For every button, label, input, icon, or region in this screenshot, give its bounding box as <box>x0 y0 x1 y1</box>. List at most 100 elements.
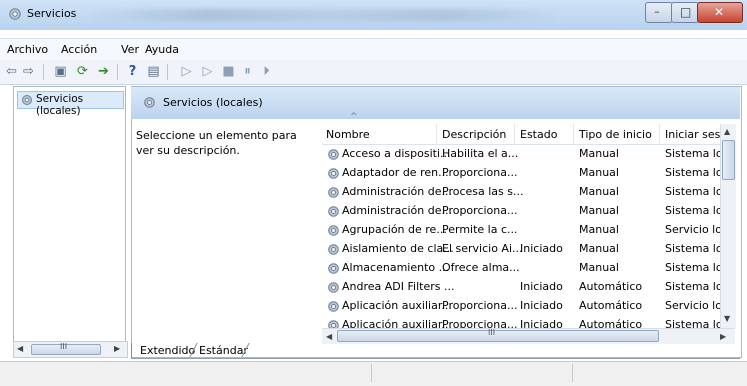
start-alt-icon[interactable]: ▷ <box>199 63 216 80</box>
cell-name: Adaptador de ren... <box>342 166 449 179</box>
tree-horizontal-scrollbar[interactable]: ◀ III ▶ <box>13 341 128 358</box>
stop-icon[interactable]: ■ <box>220 63 237 80</box>
tab-extendido[interactable]: Extendido <box>140 344 195 358</box>
table-row[interactable]: Acceso a dispositi... Habilita el a... Man… <box>322 145 729 164</box>
gear-icon <box>9 8 21 20</box>
tab-divider: ╱ <box>190 343 198 357</box>
menu-archivo[interactable]: Archivo <box>7 43 48 56</box>
status-divider <box>572 364 573 382</box>
back-icon[interactable]: ⇦ <box>3 63 20 80</box>
scroll-right-icon[interactable]: ▶ <box>114 344 120 353</box>
table-row[interactable]: Adaptador de ren... Proporciona... Manual S… <box>322 164 729 183</box>
tree-item-label: Servicios (locales) <box>36 93 84 117</box>
cell-description: Ofrece alma... <box>442 261 520 274</box>
cell-name: Aplicación auxiliar... <box>342 299 452 312</box>
cell-startup-type: Manual <box>579 261 619 274</box>
gear-icon <box>144 97 155 108</box>
close-button[interactable]: ✕ <box>697 2 743 23</box>
cell-name: Acceso a dispositi... <box>342 147 451 160</box>
restart-icon[interactable]: ⏵ <box>258 63 275 80</box>
toolbar-separator <box>43 64 44 80</box>
status-bar <box>0 361 747 386</box>
scroll-down-icon[interactable]: ▼ <box>724 314 730 323</box>
cell-startup-type: Automático <box>579 299 643 312</box>
export-icon[interactable]: ➔ <box>95 63 112 80</box>
gear-icon <box>22 95 32 105</box>
description-text: Seleccione un elemento para ver su descr… <box>136 129 297 157</box>
horizontal-scroll-thumb[interactable]: III <box>337 328 659 342</box>
table-row[interactable]: Almacenamiento ... Ofrece alma... Manual Si… <box>322 259 729 278</box>
table-row[interactable]: Aislamiento de cla... El servicio Ai... In… <box>322 240 729 259</box>
column-divider[interactable] <box>573 124 574 144</box>
tab-estandar[interactable]: Estándar <box>199 344 248 358</box>
column-tipo-inicio[interactable]: Tipo de inicio <box>579 128 652 141</box>
pane-title: Servicios (locales) <box>163 96 263 109</box>
scroll-right-icon[interactable]: ▶ <box>720 332 726 341</box>
cell-name: Andrea ADI Filters ... <box>342 280 455 293</box>
scroll-left-icon[interactable]: ◀ <box>326 332 332 341</box>
gear-icon <box>328 263 339 274</box>
cell-logon: Servicio loc <box>665 223 729 236</box>
column-divider[interactable] <box>514 124 515 144</box>
minimize-button[interactable]: – <box>645 2 673 23</box>
scroll-grip: III <box>488 328 496 337</box>
column-nombre[interactable]: Nombre <box>326 128 370 141</box>
gear-icon <box>328 168 339 179</box>
sort-ascending-icon: ^ <box>350 112 358 122</box>
cell-status: Iniciado <box>520 242 563 255</box>
cell-name: Almacenamiento ... <box>342 261 450 274</box>
maximize-button[interactable]: □ <box>671 2 699 23</box>
cell-name: Administración de... <box>342 185 452 198</box>
toolbar <box>0 60 747 85</box>
gear-icon <box>328 301 339 312</box>
gear-icon <box>328 225 339 236</box>
cell-description: Proporciona... <box>442 299 518 312</box>
pause-icon[interactable]: ⏸ <box>239 63 256 80</box>
scroll-up-icon[interactable]: ▲ <box>724 127 730 136</box>
toolbar-separator <box>117 64 118 80</box>
status-divider <box>371 364 372 382</box>
cell-logon: Servicio loc <box>665 299 729 312</box>
menu-accion[interactable]: Acción <box>61 43 97 56</box>
properties-icon[interactable]: ▤ <box>145 63 162 80</box>
toolbar-separator <box>167 64 168 80</box>
maximize-icon: □ <box>680 5 692 19</box>
column-divider[interactable] <box>659 124 660 144</box>
help-icon[interactable]: ? <box>124 63 141 80</box>
table-row[interactable]: Agrupación de re... Permite la c... Manual… <box>322 221 728 240</box>
column-estado[interactable]: Estado <box>520 128 557 141</box>
vertical-scroll-thumb[interactable] <box>722 140 735 180</box>
tree-item-servicios-locales[interactable]: Servicios (locales) <box>17 91 124 117</box>
cell-startup-type: Manual <box>579 204 619 217</box>
tab-divider: ╱ <box>242 343 250 357</box>
forward-icon[interactable]: ⇨ <box>20 63 37 80</box>
table-row[interactable]: Administración de... Procesa las s... Manu… <box>322 183 729 202</box>
console-tree: Servicios (locales) <box>13 86 126 342</box>
cell-status: Iniciado <box>520 299 563 312</box>
cell-startup-type: Manual <box>579 242 619 255</box>
table-row[interactable]: Aplicación auxiliar... Proporciona... Inic… <box>322 297 728 316</box>
cell-startup-type: Manual <box>579 185 619 198</box>
console-tree-icon[interactable]: ▣ <box>52 63 69 80</box>
cell-startup-type: Manual <box>579 147 619 160</box>
column-divider[interactable] <box>436 124 437 144</box>
cell-description: Permite la c... <box>442 223 518 236</box>
menu-ayuda[interactable]: Ayuda <box>145 43 179 56</box>
cell-startup-type: Manual <box>579 223 619 236</box>
column-descripcion[interactable]: Descripción <box>442 128 506 141</box>
cell-description: Proporciona... <box>442 204 518 217</box>
table-row[interactable]: Administración de... Proporciona... Manual… <box>322 202 729 221</box>
tab-divider <box>131 343 132 358</box>
refresh-icon[interactable]: ⟳ <box>74 63 91 80</box>
list-header: Nombre Descripción Estado Tipo de inicio… <box>322 124 735 145</box>
scroll-left-icon[interactable]: ◀ <box>17 344 23 353</box>
title-bar-blur <box>90 9 560 21</box>
cell-status: Iniciado <box>520 280 563 293</box>
table-row[interactable]: Andrea ADI Filters ... Iniciado Automático… <box>322 278 729 297</box>
gear-icon <box>328 282 339 293</box>
menu-ver[interactable]: Ver <box>121 43 139 56</box>
gear-icon <box>328 187 339 198</box>
start-icon[interactable]: ▷ <box>178 63 195 80</box>
close-icon: ✕ <box>714 5 725 19</box>
scroll-thumb[interactable]: III <box>31 342 101 355</box>
